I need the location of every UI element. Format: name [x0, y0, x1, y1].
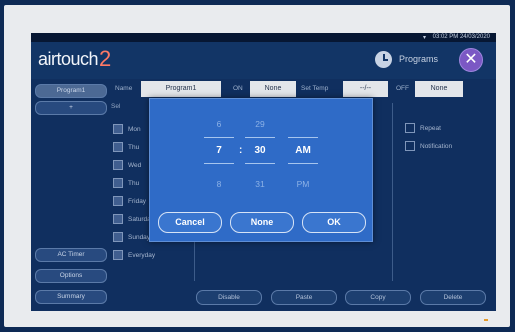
- ac-timer-button[interactable]: AC Timer: [35, 248, 107, 262]
- hour-selected[interactable]: 7: [204, 145, 234, 156]
- day-row[interactable]: Sunday: [113, 232, 150, 242]
- checkbox[interactable]: [405, 141, 415, 151]
- day-label: Sunday: [128, 233, 151, 241]
- checkbox[interactable]: [405, 123, 415, 133]
- app-screen: ▾ 03:02 PM 24/03/2020 airtouch 2 Program…: [31, 33, 496, 311]
- ok-button[interactable]: OK: [302, 212, 366, 233]
- minute-prev[interactable]: 29: [245, 119, 275, 129]
- options-button[interactable]: Options: [35, 269, 107, 283]
- close-button[interactable]: ✕: [459, 48, 483, 72]
- checkbox[interactable]: [113, 196, 123, 206]
- checkbox[interactable]: [113, 178, 123, 188]
- copy-button[interactable]: Copy: [345, 290, 411, 305]
- day-label: Everyday: [128, 251, 156, 259]
- name-label: Name: [115, 85, 133, 92]
- cancel-button[interactable]: Cancel: [158, 212, 222, 233]
- checkbox[interactable]: [113, 124, 123, 134]
- checkbox[interactable]: [113, 160, 123, 170]
- status-time: 03:02 PM 24/03/2020: [432, 34, 490, 40]
- repeat-option[interactable]: Repeat: [405, 123, 441, 133]
- ampm-selected[interactable]: AM: [288, 145, 318, 156]
- day-label: Mon: [128, 125, 141, 133]
- summary-button[interactable]: Summary: [35, 290, 107, 304]
- notification-label: Notification: [420, 142, 453, 150]
- days-column-title: Sel: [111, 103, 121, 110]
- picker-line: [288, 163, 318, 164]
- day-row[interactable]: Friday: [113, 196, 146, 206]
- add-program-button[interactable]: +: [35, 101, 107, 115]
- hour-prev[interactable]: 6: [204, 119, 234, 129]
- day-label: Thu: [128, 143, 140, 151]
- minute-next[interactable]: 31: [245, 179, 275, 189]
- day-row[interactable]: Saturday: [113, 214, 154, 224]
- program-name-field[interactable]: Program1: [141, 81, 221, 97]
- airtouch-logo: airtouch 2: [38, 44, 111, 74]
- wifi-icon: ▾: [422, 35, 426, 41]
- set-temp-field[interactable]: --/--: [343, 81, 388, 97]
- repeat-label: Repeat: [420, 124, 441, 132]
- on-label: ON: [233, 85, 243, 92]
- off-label: OFF: [396, 85, 409, 92]
- day-label: Wed: [128, 161, 142, 169]
- minute-selected[interactable]: 30: [245, 145, 275, 156]
- set-temp-label: Set Temp: [301, 85, 329, 92]
- delete-button[interactable]: Delete: [420, 290, 486, 305]
- picker-line: [245, 163, 275, 164]
- program-tab[interactable]: Program1: [35, 84, 107, 98]
- none-button[interactable]: None: [230, 212, 294, 233]
- checkbox[interactable]: [113, 250, 123, 260]
- checkbox[interactable]: [113, 142, 123, 152]
- disable-button[interactable]: Disable: [196, 290, 262, 305]
- picker-line: [204, 163, 234, 164]
- day-label: Friday: [128, 197, 147, 205]
- app-header: airtouch 2 Programs ✕: [31, 42, 496, 79]
- hour-next[interactable]: 8: [204, 179, 234, 189]
- checkbox[interactable]: [113, 232, 123, 242]
- time-separator: :: [239, 145, 243, 156]
- day-row[interactable]: Wed: [113, 160, 141, 170]
- column-divider: [392, 103, 393, 281]
- time-picker-dialog: 6 7 8 : 29 30 31 AM PM Cancel None OK: [149, 98, 373, 242]
- ampm-next[interactable]: PM: [288, 179, 318, 189]
- paste-button[interactable]: Paste: [271, 290, 337, 305]
- off-time-field[interactable]: None: [415, 81, 463, 97]
- clock-icon: [375, 51, 392, 68]
- logo-text: airtouch: [38, 48, 99, 69]
- day-row[interactable]: Mon: [113, 124, 141, 134]
- indicator-light: [484, 319, 488, 321]
- day-row[interactable]: Everyday: [113, 250, 155, 260]
- day-row[interactable]: Thu: [113, 178, 139, 188]
- on-time-field[interactable]: None: [250, 81, 296, 97]
- notification-option[interactable]: Notification: [405, 141, 452, 151]
- picker-line: [288, 137, 318, 138]
- picker-line: [204, 137, 234, 138]
- checkbox[interactable]: [113, 214, 123, 224]
- logo-suffix: 2: [99, 46, 112, 71]
- page-title: Programs: [399, 54, 439, 64]
- day-row[interactable]: Thu: [113, 142, 139, 152]
- status-bar: ▾ 03:02 PM 24/03/2020: [31, 33, 496, 42]
- picker-line: [245, 137, 275, 138]
- day-label: Thu: [128, 179, 140, 187]
